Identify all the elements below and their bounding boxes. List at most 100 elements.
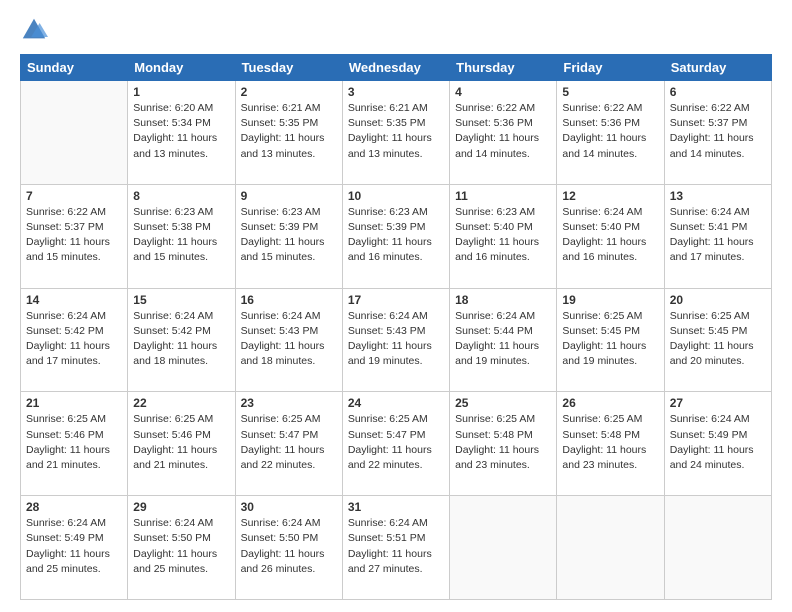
day-number: 31 (348, 500, 444, 514)
cell-info: Sunrise: 6:23 AMSunset: 5:39 PMDaylight:… (348, 205, 444, 266)
day-number: 8 (133, 189, 229, 203)
calendar-cell: 20Sunrise: 6:25 AMSunset: 5:45 PMDayligh… (664, 288, 771, 392)
calendar-cell: 17 Sunrise: 6:24 AMSunset: 5:43 PMDayligh… (342, 288, 449, 392)
calendar-cell (557, 496, 664, 600)
week-row-3: 21 Sunrise: 6:25 AMSunset: 5:46 PMDayligh… (21, 392, 772, 496)
calendar-cell: 25 Sunrise: 6:25 AMSunset: 5:48 PMDayligh… (450, 392, 557, 496)
cell-info: Sunrise: 6:22 AMSunset: 5:36 PMDaylight:… (562, 101, 658, 162)
day-number: 27 (670, 396, 766, 410)
week-row-0: 1 Sunrise: 6:20 AMSunset: 5:34 PMDaylight… (21, 81, 772, 185)
cell-info: Sunrise: 6:24 AMSunset: 5:50 PMDaylight:… (133, 516, 229, 577)
weekday-monday: Monday (128, 55, 235, 81)
calendar-cell: 8 Sunrise: 6:23 AMSunset: 5:38 PMDaylight… (128, 184, 235, 288)
calendar-cell (664, 496, 771, 600)
day-number: 6 (670, 85, 766, 99)
calendar-cell: 16 Sunrise: 6:24 AMSunset: 5:43 PMDayligh… (235, 288, 342, 392)
cell-info: Sunrise: 6:24 AMSunset: 5:42 PMDaylight:… (26, 309, 122, 370)
day-number: 10 (348, 189, 444, 203)
calendar-cell: 29 Sunrise: 6:24 AMSunset: 5:50 PMDayligh… (128, 496, 235, 600)
calendar-cell: 24 Sunrise: 6:25 AMSunset: 5:47 PMDayligh… (342, 392, 449, 496)
cell-info: Sunrise: 6:22 AMSunset: 5:37 PMDaylight:… (26, 205, 122, 266)
day-number: 21 (26, 396, 122, 410)
cell-info: Sunrise: 6:24 AMSunset: 5:40 PMDaylight:… (562, 205, 658, 266)
day-number: 9 (241, 189, 337, 203)
weekday-header-row: SundayMondayTuesdayWednesdayThursdayFrid… (21, 55, 772, 81)
calendar-table: SundayMondayTuesdayWednesdayThursdayFrid… (20, 54, 772, 600)
cell-info: Sunrise: 6:24 AMSunset: 5:43 PMDaylight:… (348, 309, 444, 370)
cell-info: Sunrise: 6:24 AMSunset: 5:49 PMDaylight:… (26, 516, 122, 577)
cell-info: Sunrise: 6:25 AMSunset: 5:47 PMDaylight:… (241, 412, 337, 473)
logo (20, 16, 52, 44)
calendar-cell: 21 Sunrise: 6:25 AMSunset: 5:46 PMDayligh… (21, 392, 128, 496)
weekday-tuesday: Tuesday (235, 55, 342, 81)
day-number: 4 (455, 85, 551, 99)
day-number: 24 (348, 396, 444, 410)
day-number: 7 (26, 189, 122, 203)
calendar-cell: 6Sunrise: 6:22 AMSunset: 5:37 PMDaylight… (664, 81, 771, 185)
cell-info: Sunrise: 6:23 AMSunset: 5:38 PMDaylight:… (133, 205, 229, 266)
day-number: 22 (133, 396, 229, 410)
cell-info: Sunrise: 6:25 AMSunset: 5:46 PMDaylight:… (133, 412, 229, 473)
cell-info: Sunrise: 6:21 AMSunset: 5:35 PMDaylight:… (241, 101, 337, 162)
cell-info: Sunrise: 6:24 AMSunset: 5:43 PMDaylight:… (241, 309, 337, 370)
calendar-cell: 3 Sunrise: 6:21 AMSunset: 5:35 PMDaylight… (342, 81, 449, 185)
calendar-cell: 4 Sunrise: 6:22 AMSunset: 5:36 PMDaylight… (450, 81, 557, 185)
page: SundayMondayTuesdayWednesdayThursdayFrid… (0, 0, 792, 612)
cell-info: Sunrise: 6:25 AMSunset: 5:45 PMDaylight:… (562, 309, 658, 370)
week-row-4: 28 Sunrise: 6:24 AMSunset: 5:49 PMDayligh… (21, 496, 772, 600)
cell-info: Sunrise: 6:25 AMSunset: 5:48 PMDaylight:… (455, 412, 551, 473)
day-number: 13 (670, 189, 766, 203)
calendar-cell: 22 Sunrise: 6:25 AMSunset: 5:46 PMDayligh… (128, 392, 235, 496)
day-number: 26 (562, 396, 658, 410)
calendar-cell: 12 Sunrise: 6:24 AMSunset: 5:40 PMDayligh… (557, 184, 664, 288)
day-number: 28 (26, 500, 122, 514)
calendar-cell: 2Sunrise: 6:21 AMSunset: 5:35 PMDaylight… (235, 81, 342, 185)
calendar-cell: 26 Sunrise: 6:25 AMSunset: 5:48 PMDayligh… (557, 392, 664, 496)
cell-info: Sunrise: 6:23 AMSunset: 5:40 PMDaylight:… (455, 205, 551, 266)
calendar-cell: 27Sunrise: 6:24 AMSunset: 5:49 PMDayligh… (664, 392, 771, 496)
day-number: 19 (562, 293, 658, 307)
calendar-cell: 9 Sunrise: 6:23 AMSunset: 5:39 PMDaylight… (235, 184, 342, 288)
calendar-cell (21, 81, 128, 185)
day-number: 3 (348, 85, 444, 99)
day-number: 16 (241, 293, 337, 307)
weekday-friday: Friday (557, 55, 664, 81)
cell-info: Sunrise: 6:21 AMSunset: 5:35 PMDaylight:… (348, 101, 444, 162)
day-number: 17 (348, 293, 444, 307)
cell-info: Sunrise: 6:24 AMSunset: 5:50 PMDaylight:… (241, 516, 337, 577)
cell-info: Sunrise: 6:23 AMSunset: 5:39 PMDaylight:… (241, 205, 337, 266)
day-number: 25 (455, 396, 551, 410)
weekday-sunday: Sunday (21, 55, 128, 81)
calendar-cell: 30 Sunrise: 6:24 AMSunset: 5:50 PMDayligh… (235, 496, 342, 600)
day-number: 14 (26, 293, 122, 307)
cell-info: Sunrise: 6:24 AMSunset: 5:51 PMDaylight:… (348, 516, 444, 577)
day-number: 29 (133, 500, 229, 514)
cell-info: Sunrise: 6:25 AMSunset: 5:48 PMDaylight:… (562, 412, 658, 473)
weekday-wednesday: Wednesday (342, 55, 449, 81)
calendar-cell: 31 Sunrise: 6:24 AMSunset: 5:51 PMDayligh… (342, 496, 449, 600)
cell-info: Sunrise: 6:25 AMSunset: 5:46 PMDaylight:… (26, 412, 122, 473)
day-number: 5 (562, 85, 658, 99)
logo-icon (20, 16, 48, 44)
cell-info: Sunrise: 6:22 AMSunset: 5:36 PMDaylight:… (455, 101, 551, 162)
day-number: 30 (241, 500, 337, 514)
calendar-cell: 7 Sunrise: 6:22 AMSunset: 5:37 PMDaylight… (21, 184, 128, 288)
cell-info: Sunrise: 6:24 AMSunset: 5:44 PMDaylight:… (455, 309, 551, 370)
weekday-saturday: Saturday (664, 55, 771, 81)
cell-info: Sunrise: 6:25 AMSunset: 5:45 PMDaylight:… (670, 309, 766, 370)
cell-info: Sunrise: 6:25 AMSunset: 5:47 PMDaylight:… (348, 412, 444, 473)
calendar-cell: 28 Sunrise: 6:24 AMSunset: 5:49 PMDayligh… (21, 496, 128, 600)
calendar-cell: 15Sunrise: 6:24 AMSunset: 5:42 PMDayligh… (128, 288, 235, 392)
week-row-2: 14 Sunrise: 6:24 AMSunset: 5:42 PMDayligh… (21, 288, 772, 392)
day-number: 18 (455, 293, 551, 307)
day-number: 23 (241, 396, 337, 410)
calendar-cell: 23 Sunrise: 6:25 AMSunset: 5:47 PMDayligh… (235, 392, 342, 496)
day-number: 12 (562, 189, 658, 203)
weekday-thursday: Thursday (450, 55, 557, 81)
header (20, 16, 772, 44)
day-number: 1 (133, 85, 229, 99)
calendar-cell: 18 Sunrise: 6:24 AMSunset: 5:44 PMDayligh… (450, 288, 557, 392)
cell-info: Sunrise: 6:24 AMSunset: 5:41 PMDaylight:… (670, 205, 766, 266)
cell-info: Sunrise: 6:20 AMSunset: 5:34 PMDaylight:… (133, 101, 229, 162)
calendar-cell: 10 Sunrise: 6:23 AMSunset: 5:39 PMDayligh… (342, 184, 449, 288)
